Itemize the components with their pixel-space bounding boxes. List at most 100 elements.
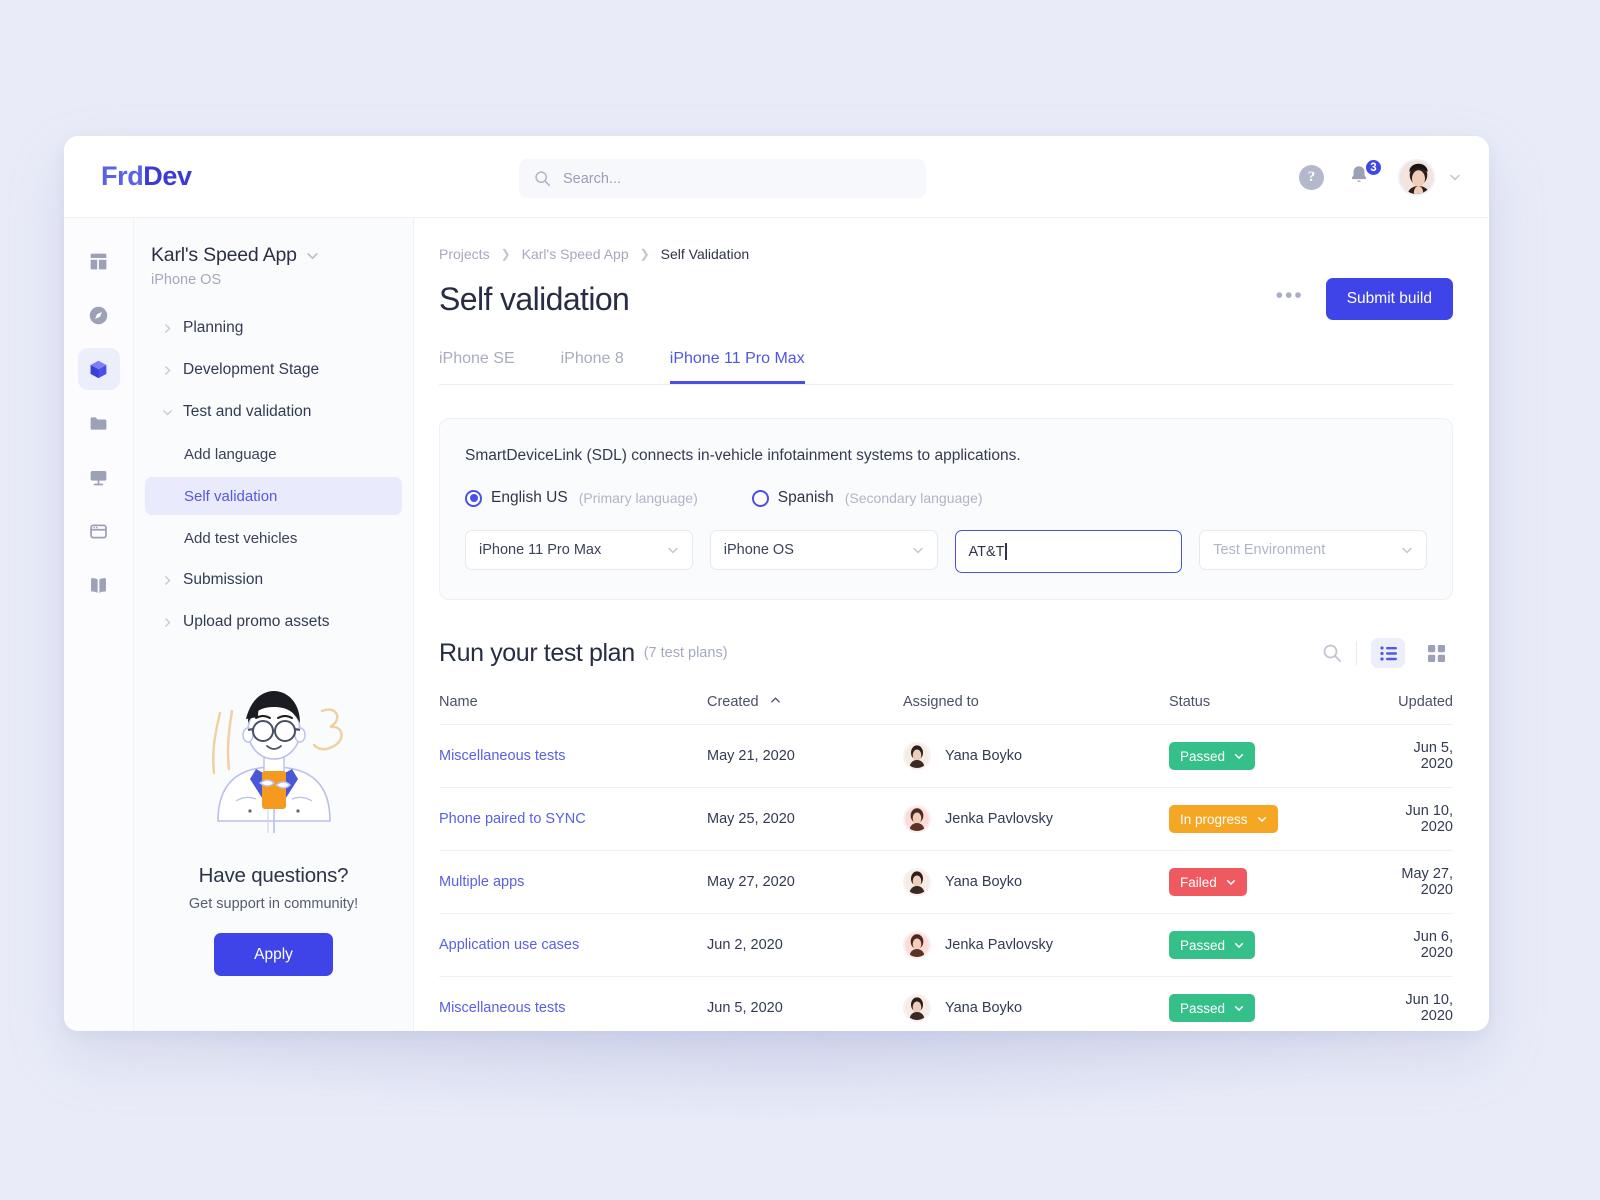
radio-icon-checked xyxy=(465,489,482,507)
chevron-down-icon xyxy=(163,409,172,415)
sidebar-item-explore[interactable] xyxy=(78,294,120,336)
list-view-button[interactable] xyxy=(1371,638,1405,668)
column-created[interactable]: Created xyxy=(707,694,903,725)
breadcrumb-project[interactable]: Karl's Speed App xyxy=(522,246,629,262)
cell-created: May 27, 2020 xyxy=(707,850,903,914)
nav-label: Add language xyxy=(184,445,277,463)
chevron-down-icon[interactable] xyxy=(1449,171,1461,183)
column-name[interactable]: Name xyxy=(439,694,707,725)
app-body: Karl's Speed App iPhone OS Planning Deve… xyxy=(64,218,1489,1031)
radio-english-us[interactable]: English US (Primary language) xyxy=(465,489,698,507)
column-status[interactable]: Status xyxy=(1169,694,1389,725)
table-row[interactable]: Application use cases Jun 2, 2020 Jenka … xyxy=(439,913,1453,977)
book-icon xyxy=(91,577,106,593)
test-plan-name-link[interactable]: Multiple apps xyxy=(439,874,524,890)
grid-view-icon xyxy=(1427,644,1445,662)
status-badge[interactable]: Passed xyxy=(1169,994,1256,1023)
status-badge[interactable]: Passed xyxy=(1169,931,1256,959)
test-plan-name-link[interactable]: Application use cases xyxy=(439,937,579,953)
breadcrumb-projects[interactable]: Projects xyxy=(439,246,490,262)
top-bar: FrdDev Search... ? 3 xyxy=(64,136,1489,218)
app-logo[interactable]: FrdDev xyxy=(101,161,253,192)
os-select-value: iPhone OS xyxy=(723,542,794,558)
chevron-down-icon xyxy=(1226,880,1235,886)
tab-iphone-11-pro-max[interactable]: iPhone 11 Pro Max xyxy=(669,350,805,384)
apply-button[interactable]: Apply xyxy=(214,933,333,976)
avatar-image xyxy=(905,870,929,894)
os-select[interactable]: iPhone OS xyxy=(709,530,938,570)
sidebar-item-apps[interactable] xyxy=(78,510,120,552)
test-plan-name-link[interactable]: Miscellaneous tests xyxy=(439,1000,566,1016)
search-input[interactable]: Search... xyxy=(519,159,926,198)
chevron-down-icon xyxy=(1234,1006,1244,1012)
nav-label: Test and validation xyxy=(183,403,312,420)
sidebar-item-docs[interactable] xyxy=(78,564,120,606)
radio-hint: (Secondary language) xyxy=(844,490,983,506)
test-plan-header: Run your test plan (7 test plans) xyxy=(439,638,1453,668)
nav-label: Submission xyxy=(183,571,264,588)
cell-updated: Jun 5, 2020 xyxy=(1389,724,1453,788)
sidebar-item-submission[interactable]: Submission xyxy=(145,561,402,599)
radio-label: English US xyxy=(491,489,568,506)
config-panel: SmartDeviceLink (SDL) connects in-vehicl… xyxy=(439,418,1453,600)
assignee: Jenka Pavlovsky xyxy=(903,805,1169,833)
logo-part-1: Frd xyxy=(101,161,144,191)
breadcrumb-separator: ❯ xyxy=(639,247,650,261)
status-label: Passed xyxy=(1180,1000,1226,1016)
submit-build-button[interactable]: Submit build xyxy=(1325,278,1453,320)
table-row[interactable]: Phone paired to SYNC May 25, 2020 Jenka … xyxy=(439,787,1453,851)
column-updated[interactable]: Updated xyxy=(1389,694,1453,725)
status-badge[interactable]: Failed xyxy=(1169,868,1247,896)
project-selector[interactable]: Karl's Speed App xyxy=(134,244,413,267)
test-plan-count: (7 test plans) xyxy=(643,645,728,661)
icon-rail xyxy=(64,218,134,1031)
table-row[interactable]: Multiple apps May 27, 2020 Yana Boyko Fa… xyxy=(439,850,1453,914)
more-options-icon[interactable]: ••• xyxy=(1276,285,1304,308)
status-badge[interactable]: In progress xyxy=(1169,805,1278,833)
tab-iphone-se[interactable]: iPhone SE xyxy=(439,350,515,384)
sidebar-item-self-validation[interactable]: Self validation xyxy=(145,477,402,515)
column-assigned-to[interactable]: Assigned to xyxy=(903,694,1169,725)
tab-iphone-8[interactable]: iPhone 8 xyxy=(561,350,624,384)
test-plan-table: Name Created Assigned to Status Updated xyxy=(439,694,1453,1031)
sidebar-item-projects[interactable] xyxy=(77,348,120,390)
grid-view-button[interactable] xyxy=(1419,638,1453,668)
sidebar-item-add-test-vehicles[interactable]: Add test vehicles xyxy=(145,519,402,557)
avatar-image xyxy=(905,996,929,1021)
test-plan-name-link[interactable]: Miscellaneous tests xyxy=(439,748,566,764)
table-row[interactable]: Miscellaneous tests Jun 5, 2020 Yana Boy… xyxy=(439,976,1453,1031)
notifications-button[interactable]: 3 xyxy=(1348,158,1383,190)
sidebar-item-planning[interactable]: Planning xyxy=(145,309,402,347)
page-background: FrdDev Search... ? 3 Karl's Speed App iP… xyxy=(0,0,1600,1200)
status-badge[interactable]: Passed xyxy=(1169,742,1256,770)
assignee-name: Jenka Pavlovsky xyxy=(945,811,1053,827)
avatar[interactable] xyxy=(1398,158,1435,196)
support-promo: Have questions? Get support in community… xyxy=(134,673,413,976)
cell-created: Jun 5, 2020 xyxy=(707,976,903,1031)
sidebar-item-dashboard[interactable] xyxy=(78,240,120,282)
help-icon[interactable]: ? xyxy=(1299,164,1324,190)
test-plan-name-link[interactable]: Phone paired to SYNC xyxy=(439,811,586,827)
radio-label: Spanish xyxy=(777,489,834,506)
page-header: Self validation ••• Submit build xyxy=(439,278,1453,320)
avatar xyxy=(903,868,931,896)
project-nav: Karl's Speed App iPhone OS Planning Deve… xyxy=(134,218,414,1031)
sidebar-item-files[interactable] xyxy=(78,402,120,444)
assignee: Yana Boyko xyxy=(903,742,1169,770)
sidebar-item-devices[interactable] xyxy=(78,456,120,498)
column-created-label: Created xyxy=(707,694,759,710)
device-select[interactable]: iPhone 11 Pro Max xyxy=(465,530,693,570)
radio-spanish[interactable]: Spanish (Secondary language) xyxy=(751,489,983,507)
environment-select[interactable]: Test Environment xyxy=(1199,530,1427,570)
chevron-down-icon xyxy=(1234,754,1244,760)
sidebar-item-test-and-validation[interactable]: Test and validation xyxy=(145,393,402,431)
breadcrumb: Projects ❯ Karl's Speed App ❯ Self Valid… xyxy=(439,246,1453,262)
sidebar-item-add-language[interactable]: Add language xyxy=(145,435,402,473)
topbar-actions: ? 3 xyxy=(1299,136,1461,218)
table-row[interactable]: Miscellaneous tests May 21, 2020 Yana Bo… xyxy=(439,724,1453,788)
sidebar-item-development-stage[interactable]: Development Stage xyxy=(145,351,402,389)
carrier-input[interactable]: AT&T xyxy=(954,530,1183,573)
sort-asc-icon xyxy=(770,697,780,703)
sidebar-item-upload-promo-assets[interactable]: Upload promo assets xyxy=(145,603,402,641)
search-icon[interactable] xyxy=(1322,643,1342,663)
